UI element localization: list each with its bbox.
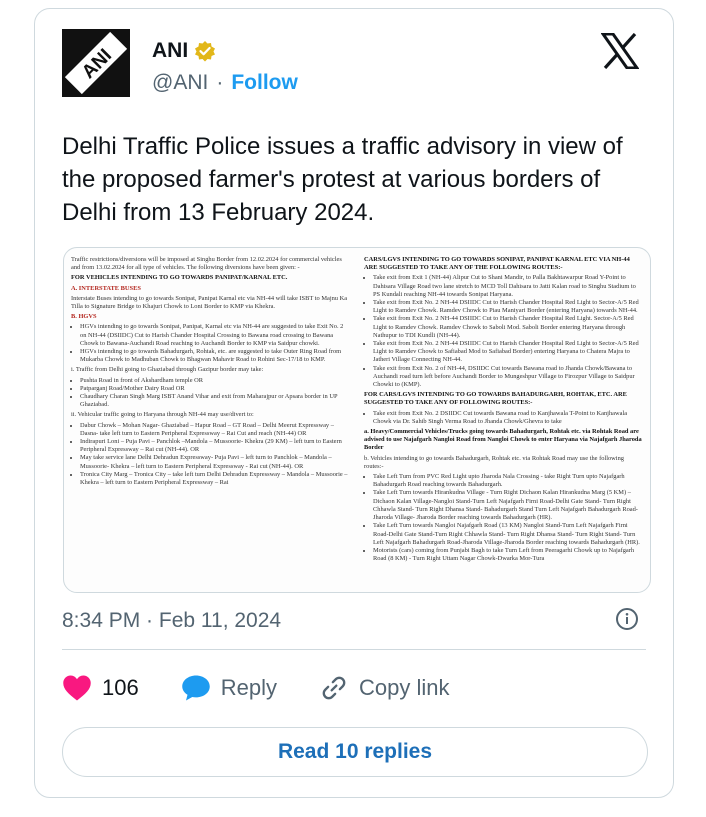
tweet-timestamp[interactable]: 8:34 PM · Feb 11, 2024 bbox=[62, 609, 281, 633]
doc-list-item: Dabur Chowk – Mohan Nagar- Ghaziabad – H… bbox=[80, 422, 350, 438]
doc-list-item: Pushta Road in front of Akshardham templ… bbox=[80, 377, 350, 385]
doc-list-item: Tronica City Marg – Tronica City – take … bbox=[80, 471, 350, 487]
doc-list-item: Motorists (cars) coming from Punjabi Bag… bbox=[373, 547, 643, 563]
doc-list: Dabur Chowk – Mohan Nagar- Ghaziabad – H… bbox=[71, 422, 350, 488]
doc-paragraph: Interstate Buses intending to go towards… bbox=[71, 294, 348, 311]
doc-subheading: B. HGVS bbox=[71, 313, 97, 321]
read-replies-label: Read 10 replies bbox=[277, 740, 433, 763]
doc-paragraph: a. Heavy/Commercial Vehicles/Trucks goin… bbox=[364, 428, 642, 452]
tweet-card: ANI ANI @ANI · Follow Delhi Traffic Poli… bbox=[34, 8, 674, 798]
action-bar: 106 Reply Copy link bbox=[62, 674, 491, 702]
doc-list: Take Left Turn from PVC Red Light upto J… bbox=[364, 473, 643, 563]
document-left-column: Traffic restrictions/diversions will be … bbox=[64, 248, 357, 592]
doc-list-item: May take service lane Delhi Dehradun Exp… bbox=[80, 454, 350, 470]
account-name[interactable]: ANI bbox=[152, 39, 188, 63]
doc-paragraph: ii. Vehicular traffic going to Haryana t… bbox=[71, 411, 254, 419]
reply-label: Reply bbox=[220, 675, 277, 700]
doc-list-item: Chaudhary Charan Singh Marg ISBT Anand V… bbox=[80, 393, 350, 409]
document-right-column: CARS/LGVS INTENDING TO GO TOWARDS SONIPA… bbox=[357, 248, 650, 592]
reply-button[interactable]: Reply bbox=[181, 674, 277, 702]
tweet-text: Delhi Traffic Police issues a traffic ad… bbox=[62, 133, 623, 226]
account-name-row: ANI bbox=[152, 39, 216, 63]
handle-separator: · bbox=[216, 71, 224, 94]
doc-paragraph: i. Traffic from Delhi going to Ghaziabad… bbox=[71, 366, 264, 374]
follow-button[interactable]: Follow bbox=[231, 71, 298, 95]
doc-list-item: Take Left Turn towards Hirankudna Villag… bbox=[373, 489, 643, 522]
doc-intro: Traffic restrictions/diversions will be … bbox=[71, 256, 342, 272]
doc-heading: FOR VEHICLES INTENDING TO GO TOWARDS PAN… bbox=[71, 274, 288, 282]
ani-avatar[interactable]: ANI bbox=[62, 29, 130, 97]
doc-list-item: Take Left Turn from PVC Red Light upto J… bbox=[373, 473, 643, 489]
doc-list-item: Take exit from Exit No. 2 NH-44 DSIIDC C… bbox=[373, 299, 643, 315]
doc-heading: CARS/LGVS INTENDING TO GO TOWARDS SONIPA… bbox=[364, 256, 630, 272]
doc-paragraph: b. Vehicles intending to go towards Baha… bbox=[364, 454, 624, 470]
copy-link-label: Copy link bbox=[358, 675, 450, 700]
doc-list: Take exit from Exit 1 (NH-44) Alipur Cut… bbox=[364, 274, 643, 389]
doc-subheading: A. INTERSTATE BUSES bbox=[71, 284, 141, 292]
divider bbox=[62, 649, 646, 650]
doc-list-item: Indirapuri Loni – Puja Pavi – Panchlok –… bbox=[80, 438, 350, 454]
doc-list-item: Patparganj Road/Mother Dairy Road OR bbox=[80, 385, 350, 393]
read-replies-button[interactable]: Read 10 replies bbox=[62, 727, 648, 777]
doc-list-item: Take exit from Exit No. 2 NH-44 DSIIDC C… bbox=[373, 315, 643, 340]
ani-logo-icon: ANI bbox=[62, 29, 130, 97]
like-button[interactable]: 106 bbox=[62, 674, 139, 702]
copy-link-button[interactable]: Copy link bbox=[319, 674, 449, 702]
link-icon bbox=[322, 676, 346, 700]
account-handle[interactable]: @ANI bbox=[152, 71, 208, 95]
doc-list: Pushta Road in front of Akshardham templ… bbox=[71, 377, 350, 410]
reply-bubble-icon bbox=[181, 675, 210, 701]
doc-list: HGVs intending to go towards Sonipat, Pa… bbox=[71, 323, 350, 364]
doc-list-item: Take exit from Exit No. 2 NH-44 DSIIDC C… bbox=[373, 340, 643, 365]
doc-list-item: Take Left Turn towards Nangloi Najafgarh… bbox=[373, 522, 643, 547]
advisory-document-image[interactable]: Traffic restrictions/diversions will be … bbox=[63, 247, 651, 593]
doc-list-item: Take exit from Exit No. 2 DSIIDC Cut tow… bbox=[373, 410, 643, 426]
handle-row: @ANI · Follow bbox=[152, 71, 298, 95]
doc-list: Take exit from Exit No. 2 DSIIDC Cut tow… bbox=[364, 410, 643, 426]
doc-list-item: Take exit from Exit No. 2 of NH-44, DSII… bbox=[373, 365, 643, 390]
info-icon[interactable] bbox=[615, 607, 639, 631]
doc-heading: FOR CARS/LGVS INTENDING TO GO TOWARDS BA… bbox=[364, 391, 627, 407]
heart-icon bbox=[63, 675, 91, 701]
doc-list-item: Take exit from Exit 1 (NH-44) Alipur Cut… bbox=[373, 274, 643, 299]
doc-list-item: HGVs intending to go towards Sonipat, Pa… bbox=[80, 323, 350, 348]
like-count: 106 bbox=[102, 675, 139, 700]
verified-badge-icon bbox=[195, 41, 216, 62]
x-logo-icon[interactable] bbox=[600, 32, 640, 76]
doc-list-item: HGVs intending to go towards Bahadurgarh… bbox=[80, 348, 350, 364]
